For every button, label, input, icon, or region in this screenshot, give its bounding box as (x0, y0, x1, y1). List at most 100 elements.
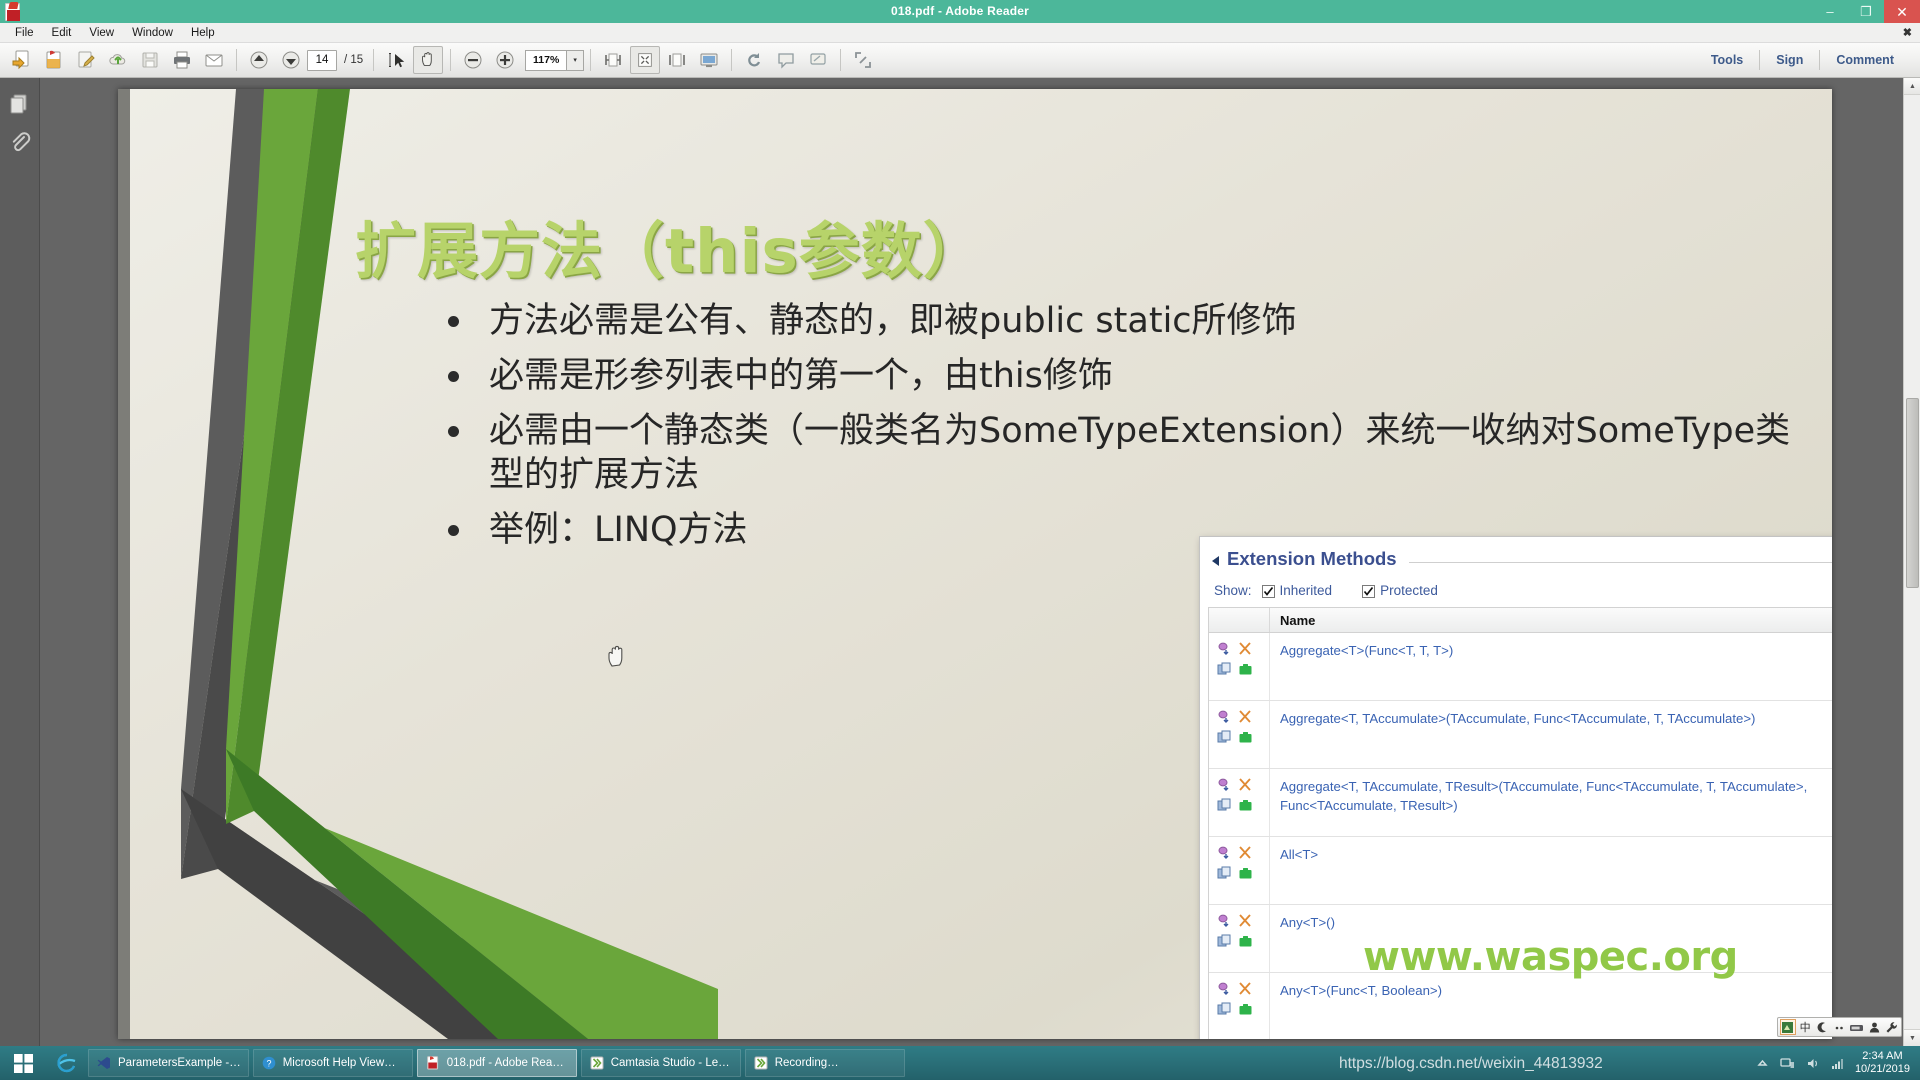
select-tool-icon[interactable] (381, 46, 411, 74)
open-file-icon[interactable] (7, 46, 37, 74)
network-icon[interactable] (1780, 1055, 1796, 1071)
extension-icon (1236, 707, 1255, 726)
menu-edit[interactable]: Edit (43, 23, 81, 43)
attachments-icon[interactable] (5, 128, 35, 158)
fit-visible-icon[interactable] (662, 46, 692, 74)
page-number-input[interactable]: 14 (307, 49, 337, 71)
row-icon-cell (1209, 769, 1270, 836)
print-icon[interactable] (167, 46, 197, 74)
sign-button[interactable]: Sign (1760, 43, 1819, 78)
show-hidden-icon[interactable] (1755, 1055, 1771, 1071)
volume-icon[interactable] (1805, 1055, 1821, 1071)
document-area[interactable]: 扩展方法（this参数） 方法必需是公有、静态的，即被public static… (40, 78, 1920, 1046)
internet-explorer-icon[interactable] (46, 1046, 88, 1080)
window-title: 018.pdf - Adobe Reader (891, 4, 1029, 18)
show-filter-row: Show: Inherited Protected (1200, 570, 1832, 607)
column-icons (1209, 608, 1270, 632)
taskbar-item-camtasia-studio[interactable]: Camtasia Studio - Le… (580, 1049, 741, 1077)
menu-file[interactable]: File (6, 23, 43, 43)
zoom-level-input[interactable]: 117% (525, 49, 568, 71)
previous-page-icon[interactable] (244, 46, 274, 74)
method-signature: Aggregate<T>(Func<T, T, T>) (1280, 643, 1454, 658)
cloud-upload-icon[interactable] (103, 46, 133, 74)
scroll-up-arrow[interactable]: ▲ (1904, 78, 1920, 95)
menu-window[interactable]: Window (123, 23, 182, 43)
table-row[interactable]: Aggregate<T, TAccumulate, TResult>(TAccu… (1209, 769, 1832, 837)
taskbar-item-help-viewer[interactable]: ? Microsoft Help View… (252, 1049, 413, 1077)
ime-logo-icon[interactable] (1780, 1019, 1796, 1035)
zoom-in-icon[interactable] (490, 46, 520, 74)
fullscreen-icon[interactable] (848, 46, 878, 74)
page-thumbnails-icon[interactable] (5, 88, 35, 118)
row-icon-cell (1209, 837, 1270, 904)
list-item: 方法必需是公有、静态的，即被public static所修饰 (448, 299, 1808, 344)
method-icon (1215, 639, 1234, 658)
extension-methods-title: Extension Methods (1227, 548, 1397, 569)
close-button[interactable]: ✕ (1884, 0, 1920, 23)
user-icon[interactable] (1866, 1019, 1881, 1035)
hand-tool-icon[interactable] (413, 46, 444, 74)
tools-button[interactable]: Tools (1695, 43, 1759, 78)
vertical-scrollbar[interactable]: ▲ ▼ (1903, 78, 1920, 1046)
checkbox-inherited[interactable]: Inherited (1261, 583, 1333, 598)
taskbar-item-adobe-reader[interactable]: 018.pdf - Adobe Rea… (416, 1049, 577, 1077)
checkbox-box-icon[interactable] (1362, 585, 1376, 598)
method-icon (1215, 775, 1234, 794)
briefcase-icon (1236, 660, 1255, 679)
menu-view[interactable]: View (80, 23, 123, 43)
scroll-thumb[interactable] (1906, 398, 1919, 588)
hand-cursor-icon (606, 643, 628, 674)
method-signature: Aggregate<T, TAccumulate, TResult>(TAccu… (1280, 779, 1808, 814)
read-mode-icon[interactable] (694, 46, 724, 74)
email-icon[interactable] (199, 46, 229, 74)
checkbox-protected[interactable]: Protected (1362, 583, 1438, 598)
tools-icon[interactable] (1884, 1019, 1899, 1035)
taskbar-item-parametersexample[interactable]: ParametersExample -… (88, 1049, 249, 1077)
punctuation-icon[interactable] (1832, 1019, 1847, 1035)
keyboard-icon[interactable] (1849, 1019, 1864, 1035)
table-row[interactable]: All<T> (1209, 837, 1832, 905)
adobe-reader-window: 018.pdf - Adobe Reader – ❐ ✕ File Edit V… (0, 0, 1920, 1080)
row-icon-cell (1209, 973, 1270, 1039)
chevron-down-icon[interactable]: ▾ (567, 49, 585, 71)
page-total-label: / 15 (344, 54, 364, 66)
extension-icon (1236, 979, 1255, 998)
slide-title: 扩展方法（this参数） (355, 216, 985, 287)
save-icon[interactable] (135, 46, 165, 74)
comment-button[interactable]: Comment (1820, 43, 1910, 78)
signal-icon[interactable] (1830, 1055, 1846, 1071)
row-icon-cell (1209, 905, 1270, 972)
row-icon-cell (1209, 701, 1270, 768)
taskbar-clock[interactable]: 2:34 AM 10/21/2019 (1855, 1050, 1910, 1075)
triangle-collapse-icon[interactable] (1212, 555, 1219, 566)
fit-page-icon[interactable] (630, 46, 661, 74)
edit-pdf-icon[interactable] (71, 46, 101, 74)
comment-bubble-icon[interactable] (771, 46, 801, 74)
minimize-button[interactable]: – (1812, 0, 1848, 23)
rotate-icon[interactable] (739, 46, 769, 74)
table-row[interactable]: Any<T>(Func<T, Boolean>) (1209, 973, 1832, 1039)
create-pdf-icon[interactable] (39, 46, 69, 74)
moon-icon[interactable] (1815, 1019, 1830, 1035)
windows-start-icon[interactable] (0, 1046, 46, 1080)
csdn-watermark-url: https://blog.csdn.net/weixin_44813932 (1339, 1055, 1603, 1072)
ime-language-bar[interactable]: 中 (1777, 1017, 1902, 1037)
checkbox-inherited-label: Inherited (1279, 583, 1333, 598)
overload-icon (1215, 864, 1234, 883)
menu-help[interactable]: Help (182, 23, 224, 43)
ime-mode-label[interactable]: 中 (1798, 1019, 1813, 1035)
zoom-out-icon[interactable] (458, 46, 488, 74)
extension-icon (1236, 639, 1255, 658)
table-row[interactable]: Aggregate<T, TAccumulate>(TAccumulate, F… (1209, 701, 1832, 769)
taskbar-item-recording[interactable]: Recording… (744, 1049, 905, 1077)
checkbox-box-icon[interactable] (1261, 585, 1275, 598)
next-page-icon[interactable] (276, 46, 306, 74)
menu-bar: File Edit View Window Help ✖ (0, 23, 1920, 43)
document-close-icon[interactable]: ✖ (1903, 26, 1912, 39)
scroll-down-arrow[interactable]: ▼ (1904, 1029, 1920, 1046)
camtasia-recorder-icon (753, 1055, 769, 1071)
fit-width-icon[interactable] (598, 46, 628, 74)
highlight-icon[interactable] (803, 46, 833, 74)
table-row[interactable]: Aggregate<T>(Func<T, T, T>) (1209, 633, 1832, 701)
maximize-button[interactable]: ❐ (1848, 0, 1884, 23)
